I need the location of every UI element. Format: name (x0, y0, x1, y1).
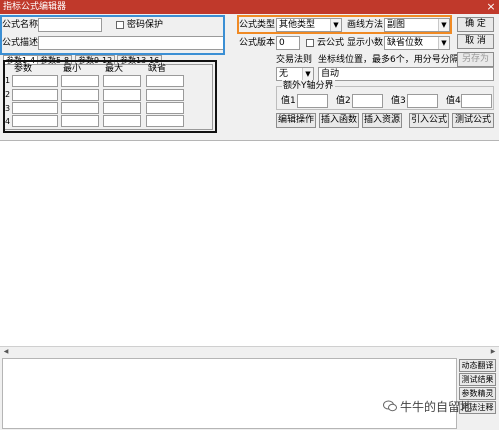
value4-input[interactable] (461, 94, 492, 108)
dynamic-translate-button[interactable]: 动态翻译 (459, 359, 496, 372)
wechat-icon (383, 400, 397, 412)
coord-position-input[interactable]: 自动 (318, 67, 494, 81)
horizontal-scrollbar[interactable]: ◀ ▶ (0, 346, 499, 357)
test-formula-button[interactable]: 测试公式 (452, 113, 494, 128)
save-as-button[interactable]: 另存为 (457, 52, 494, 67)
window-titlebar: 指标公式编辑器 (0, 0, 499, 14)
display-decimals-label: 显示小数 (347, 38, 384, 48)
trade-rule-select[interactable]: 无 ▼ (276, 67, 314, 81)
insert-resource-button[interactable]: 插入资源 (362, 113, 402, 128)
bottom-panel (0, 357, 499, 430)
formula-editor-textarea[interactable] (0, 140, 499, 346)
coord-hint-label: 坐标线位置，最多6个，用分号分隔 (318, 55, 459, 65)
value1-input[interactable] (297, 94, 328, 108)
ok-button[interactable]: 确 定 (457, 17, 494, 32)
scroll-right-icon[interactable]: ▶ (489, 348, 497, 356)
window-title: 指标公式编辑器 (3, 2, 67, 12)
insert-function-button[interactable]: 插入函数 (319, 113, 359, 128)
watermark: 牛牛的自留地 (383, 398, 472, 415)
annotation-box-blue (0, 15, 225, 55)
chevron-down-icon: ▼ (438, 37, 449, 49)
cloud-formula-checkbox[interactable] (306, 39, 314, 47)
edit-operation-button[interactable]: 编辑操作 (276, 113, 316, 128)
annotation-box-black (3, 60, 217, 133)
value1-label: 值1 (281, 96, 296, 106)
scroll-left-icon[interactable]: ◀ (2, 348, 10, 356)
value2-label: 值2 (336, 96, 351, 106)
value2-input[interactable] (352, 94, 383, 108)
version-input[interactable]: 0 (276, 36, 300, 50)
compile-output-area[interactable] (2, 358, 457, 429)
annotation-box-orange (237, 15, 452, 34)
close-icon[interactable]: × (483, 0, 499, 14)
display-decimals-value: 缺省位数 (387, 38, 424, 48)
chevron-down-icon: ▼ (302, 68, 313, 80)
value4-label: 值4 (446, 96, 461, 106)
value3-label: 值3 (391, 96, 406, 106)
import-formula-button[interactable]: 引入公式 (409, 113, 449, 128)
trade-rule-label: 交易法则 (276, 55, 313, 65)
display-decimals-select[interactable]: 缺省位数 ▼ (384, 36, 450, 50)
cloud-formula-label: 云公式 (317, 38, 345, 48)
version-label: 公式版本 (239, 38, 276, 48)
trade-rule-value: 无 (279, 69, 289, 79)
value3-input[interactable] (407, 94, 438, 108)
extra-y-axis-label: 额外Y轴分界 (282, 80, 335, 93)
cancel-button[interactable]: 取 消 (457, 34, 494, 49)
test-result-button[interactable]: 测试结果 (459, 373, 496, 386)
watermark-text: 牛牛的自留地 (400, 400, 473, 414)
